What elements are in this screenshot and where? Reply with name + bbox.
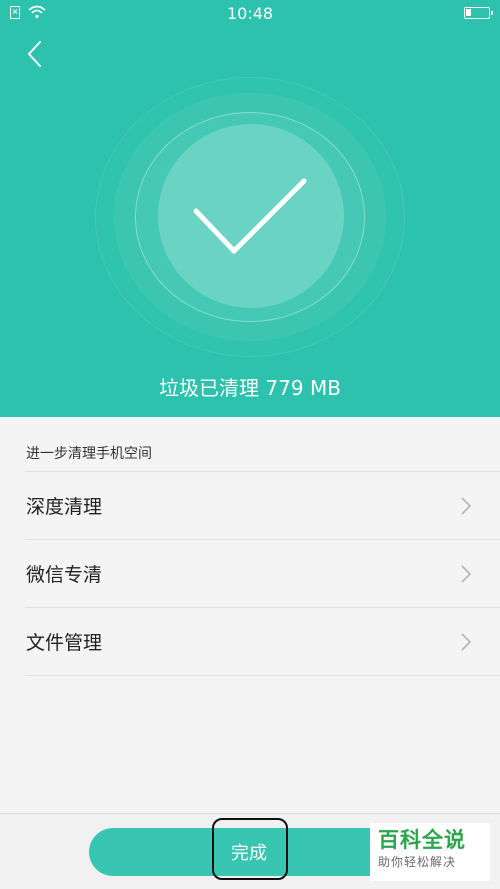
- list-divider: [25, 675, 500, 676]
- chevron-right-icon: [461, 633, 472, 651]
- list-item-label: 文件管理: [26, 632, 103, 654]
- success-graphic: [0, 0, 500, 417]
- phone-screen: × 10:48 垃圾已清理 779 MB 进一步清理手机空间 深度清理 微信专清…: [0, 0, 500, 889]
- watermark-subtitle: 助你轻松解决: [378, 855, 457, 869]
- tap-highlight-box: [212, 818, 288, 880]
- list-item-label: 微信专清: [26, 564, 103, 586]
- watermark-logo: 百科全说 助你轻松解决: [370, 823, 490, 881]
- cleaned-amount-text: 垃圾已清理 779 MB: [159, 376, 341, 400]
- result-header: × 10:48 垃圾已清理 779 MB: [0, 0, 500, 417]
- cleanup-options-list: 深度清理 微信专清 文件管理: [0, 471, 500, 676]
- chevron-right-icon: [461, 565, 472, 583]
- list-item-file-manager[interactable]: 文件管理: [0, 608, 500, 675]
- list-item-wechat-clean[interactable]: 微信专清: [0, 540, 500, 607]
- section-title: 进一步清理手机空间: [26, 446, 152, 462]
- list-item-label: 深度清理: [26, 496, 103, 518]
- list-item-deep-clean[interactable]: 深度清理: [0, 472, 500, 539]
- checkmark-icon: [193, 178, 307, 254]
- content-area: 进一步清理手机空间 深度清理 微信专清 文件管理: [0, 417, 500, 813]
- chevron-right-icon: [461, 497, 472, 515]
- watermark-title: 百科全说: [378, 828, 466, 852]
